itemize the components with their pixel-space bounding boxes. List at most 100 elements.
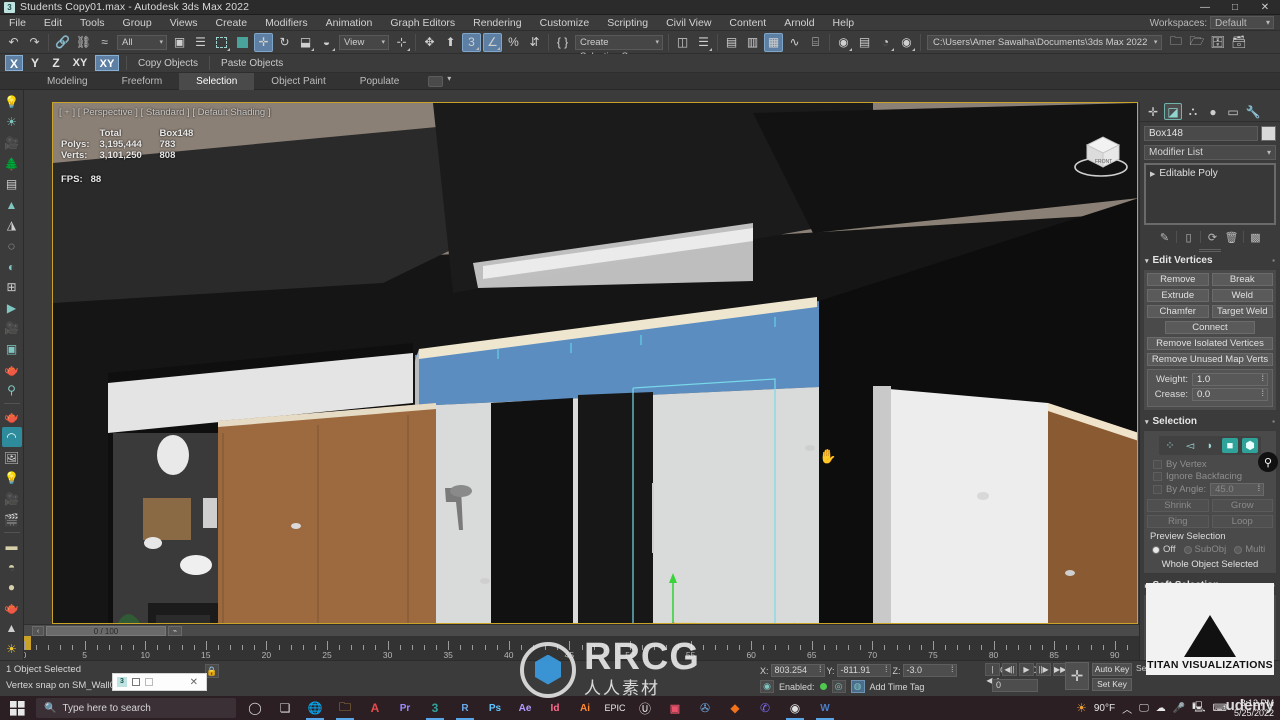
loop-button[interactable]: Loop [1211, 515, 1273, 528]
camera-icon[interactable]: 🎥 [2, 133, 22, 153]
modifier-list-dropdown[interactable]: Modifier List [1144, 145, 1276, 160]
preview-multi-radio[interactable]: Multi [1234, 544, 1265, 555]
viewport-label[interactable]: [ + ] [ Perspective ] [ Standard ] [ Def… [59, 107, 271, 118]
marmoset-icon[interactable]: ▣ [660, 696, 690, 720]
polygon-icon[interactable]: ■ [1222, 438, 1238, 453]
window-preview-popup[interactable]: 3 ✕ [112, 673, 207, 691]
scene-explorer-icon[interactable]: ▥ [743, 33, 762, 52]
create-tab[interactable]: ✛ [1144, 103, 1162, 120]
script-b-icon[interactable]: 🗃 [1229, 33, 1248, 52]
auto-key-button[interactable]: Auto Key [1092, 663, 1132, 676]
chevron-up-icon[interactable]: ︿ [1122, 701, 1132, 716]
collapse-arrow-icon-2[interactable]: ▾ [1145, 418, 1149, 426]
snap-3d-icon[interactable]: 3 [462, 32, 481, 52]
go-to-start-icon[interactable]: |◀◀ [985, 663, 1000, 685]
ribbon-tab-object-paint[interactable]: Object Paint [254, 73, 342, 90]
placement-tool-icon[interactable]: ◒ [317, 33, 336, 52]
grid-icon[interactable]: ⊞ [2, 277, 22, 297]
axis-xy-button[interactable]: XY [68, 55, 92, 71]
workspaces-dropdown[interactable]: Default [1210, 16, 1274, 29]
ribbon-tab-populate[interactable]: Populate [343, 73, 416, 90]
menu-tools[interactable]: Tools [71, 15, 114, 31]
key-filters-icon[interactable]: ◉ [760, 680, 774, 693]
windows-start-icon[interactable] [0, 696, 34, 720]
z-field[interactable]: -3.0 [902, 664, 957, 677]
ribbon-tab-selection[interactable]: Selection [179, 72, 255, 90]
pin-icon[interactable]: ⚲ [1258, 452, 1278, 472]
sun-icon[interactable]: ☀ [2, 113, 22, 133]
set-keys-button[interactable]: ✛ [1065, 662, 1089, 690]
book-icon[interactable]: ▤ [2, 174, 22, 194]
extrude-button[interactable]: Extrude [1147, 289, 1209, 302]
collapse-arrow-icon[interactable]: ▾ [1145, 257, 1149, 265]
ribbon-minimize-icon[interactable] [428, 74, 451, 87]
edit-vertices-rollout-header[interactable]: ▾ Edit Vertices ▪ [1140, 254, 1280, 267]
rendered-frame-window-icon[interactable]: ◔ [876, 33, 895, 52]
select-region-icon[interactable] [212, 33, 231, 52]
spinner-snap-icon[interactable]: ⇵ [525, 33, 544, 52]
viewcube[interactable]: FRONT [1071, 123, 1135, 183]
next-frame-icon[interactable]: ||▶ [1036, 663, 1051, 676]
menu-edit[interactable]: Edit [35, 15, 71, 31]
undo-icon[interactable]: ↶ [4, 33, 23, 52]
edit-named-selection-sets-icon[interactable]: { } [553, 33, 572, 52]
menu-content[interactable]: Content [720, 15, 775, 31]
use-center-icon[interactable]: ⊹ [392, 33, 411, 52]
shrink-button[interactable]: Shrink [1147, 499, 1209, 512]
ignore-backfacing-checkbox[interactable]: Ignore Backfacing [1153, 471, 1273, 482]
ignore-backfacing-box[interactable] [1153, 472, 1162, 481]
weld-button[interactable]: Weld [1211, 289, 1273, 302]
unreal-engine-icon[interactable]: Ⓤ [630, 696, 660, 720]
render-setup-icon[interactable]: ▤ [855, 33, 874, 52]
utilities-tab[interactable]: 🔧 [1244, 103, 1262, 120]
previous-frame-icon[interactable]: ◀|| [1002, 663, 1017, 676]
snaps-toggle-icon[interactable]: ⬆ [441, 33, 460, 52]
teapot-icon[interactable]: 🫖 [2, 360, 22, 380]
menu-modifiers[interactable]: Modifiers [256, 15, 317, 31]
maximize-icon-small[interactable] [145, 678, 153, 686]
illustrator-icon[interactable]: Ai [570, 696, 600, 720]
break-button[interactable]: Break [1211, 273, 1273, 286]
selection-filter-dropdown[interactable]: All [117, 34, 167, 50]
box-map-icon[interactable]: ▬ [2, 536, 22, 556]
ribbon-tab-freeform[interactable]: Freeform [105, 73, 180, 90]
menu-arnold[interactable]: Arnold [775, 15, 823, 31]
object-color-swatch[interactable] [1261, 126, 1276, 141]
lock-icon[interactable]: 🔒 [205, 664, 219, 678]
axis-z-button[interactable]: Z [47, 55, 65, 71]
light-photometric-icon[interactable]: 💡 [2, 469, 22, 489]
menu-views[interactable]: Views [161, 15, 207, 31]
panel-icon[interactable]: ▣ [2, 339, 22, 359]
select-and-move-icon[interactable]: ✛ [254, 32, 273, 52]
add-time-tag-icon[interactable]: ◍ [850, 680, 865, 693]
minimize-button[interactable]: — [1190, 0, 1220, 15]
menu-scripting[interactable]: Scripting [598, 15, 657, 31]
blender-icon[interactable]: ◆ [720, 696, 750, 720]
render-production-icon[interactable]: ◉ [897, 33, 916, 52]
close-icon[interactable]: ✕ [190, 677, 198, 688]
vertex-icon[interactable]: ⁘ [1162, 438, 1178, 453]
open-folder-icon[interactable]: 🗀 [1166, 33, 1185, 52]
chrome-icon[interactable]: 🌐 [300, 696, 330, 720]
selection-rollout-header[interactable]: ▾ Selection ▪ [1140, 415, 1280, 428]
reference-coordinate-dropdown[interactable]: View [339, 34, 389, 50]
sphere-icon[interactable]: ● [2, 577, 22, 597]
dome-icon[interactable]: ◓ [2, 557, 22, 577]
redo-icon[interactable]: ↷ [25, 33, 44, 52]
remove-button[interactable]: Remove [1147, 273, 1209, 286]
close-button[interactable]: ✕ [1250, 0, 1280, 15]
modifier-stack-item[interactable]: ▶ Editable Poly [1148, 167, 1272, 180]
select-and-rotate-icon[interactable]: ↻ [275, 33, 294, 52]
camera-target-icon[interactable]: 🎬 [2, 510, 22, 530]
bind-space-warp-icon[interactable]: ≈ [95, 33, 114, 52]
select-by-name-icon[interactable]: ☰ [191, 33, 210, 52]
edge-icon[interactable]: ◅ [1182, 438, 1198, 453]
sun-positioner-icon[interactable]: ☀ [2, 639, 22, 659]
camera-physical-icon[interactable]: 🎥 [2, 489, 22, 509]
perspective-viewport[interactable]: FRONT [ + ] [ Perspective ] [ Standard ]… [52, 102, 1138, 624]
preview-off-radio[interactable]: Off [1152, 544, 1176, 555]
motion-tab[interactable]: ● [1204, 103, 1222, 120]
hierarchy-tab[interactable]: ⛬ [1184, 103, 1202, 120]
menu-civil-view[interactable]: Civil View [657, 15, 720, 31]
ribbon-toggle-icon[interactable]: ▦ [764, 32, 783, 52]
